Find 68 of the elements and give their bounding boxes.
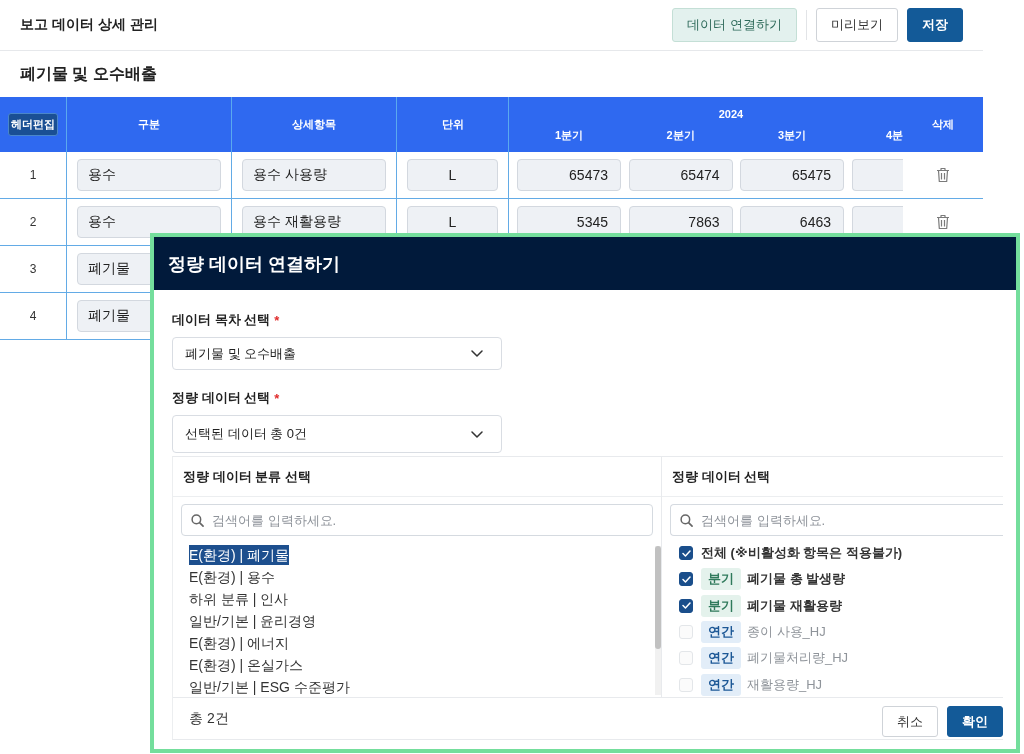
column-header: 4분 xyxy=(884,128,903,142)
text-field[interactable]: 용수 사용량 xyxy=(242,159,386,191)
search-icon xyxy=(191,513,204,527)
panel-title: 정량 데이터 분류 선택 xyxy=(183,467,311,486)
row-number: 4 xyxy=(29,309,37,323)
category-item[interactable]: E(환경) | 폐기물 xyxy=(189,545,290,565)
search-icon xyxy=(680,513,693,527)
checkbox[interactable] xyxy=(679,546,693,561)
page-title: 보고 데이터 상세 관리 xyxy=(20,16,158,34)
column-header: 1분기 xyxy=(553,128,585,142)
dialog-button[interactable]: 확인 xyxy=(947,706,1003,737)
required-mark: * xyxy=(274,312,280,328)
data-item-label: 폐기물 총 발생량 xyxy=(747,570,846,589)
dialog-button[interactable]: 취소 xyxy=(882,706,938,737)
data-item-label: 폐기물처리량_HJ xyxy=(747,649,849,668)
number-field[interactable]: 65474 xyxy=(628,159,733,191)
search-field[interactable]: 검색어를 입력하세요. xyxy=(181,504,653,536)
data-item-label: 종이 사용_HJ xyxy=(747,623,826,642)
chevron-down-icon xyxy=(471,350,483,357)
period-tag: 연간 xyxy=(701,621,741,644)
category-item[interactable]: E(환경) | 에너지 xyxy=(189,632,290,654)
text-field[interactable]: L xyxy=(407,159,498,191)
column-header: 3분기 xyxy=(776,128,808,142)
trash-icon[interactable] xyxy=(936,167,950,183)
row-number: 1 xyxy=(29,168,37,182)
category-item[interactable]: E(환경) | 온실가스 xyxy=(189,654,304,676)
number-field[interactable]: 65473 xyxy=(517,159,621,191)
action-button[interactable]: 미리보기 xyxy=(816,8,898,42)
trash-icon[interactable] xyxy=(936,214,950,230)
column-header: 구분 xyxy=(138,117,160,132)
edit-header-button[interactable]: 헤더편집 xyxy=(8,113,58,136)
chevron-down-icon xyxy=(471,430,483,438)
period-tag: 연간 xyxy=(701,673,741,696)
column-header: 단위 xyxy=(441,117,464,132)
dropdown[interactable]: 폐기물 및 오수배출 xyxy=(172,337,502,370)
category-item[interactable]: E(환경) | 용수 xyxy=(189,566,276,588)
dialog-title: 정량 데이터 연결하기 xyxy=(154,237,1016,290)
period-tag: 분기 xyxy=(701,594,741,617)
column-header: 상세항목 xyxy=(292,117,336,132)
text-field[interactable]: 용수 xyxy=(77,159,221,191)
panel-title: 정량 데이터 선택 xyxy=(672,467,771,486)
period-tag: 연간 xyxy=(701,647,741,670)
total-count: 총 2건 xyxy=(189,709,229,728)
category-item[interactable]: 일반/기본 | 윤리경영 xyxy=(189,610,317,632)
text-field[interactable]: 용수 xyxy=(77,206,221,238)
checkbox[interactable] xyxy=(679,598,693,613)
column-header: 2024 xyxy=(717,107,745,121)
row-number: 2 xyxy=(29,215,37,229)
column-header: 2분기 xyxy=(665,128,696,142)
search-field[interactable]: 검색어를 입력하세요. xyxy=(670,504,1003,536)
data-item-label: 폐기물 재활용량 xyxy=(747,596,842,615)
data-item-label: 재활용량_HJ xyxy=(747,675,823,694)
dropdown[interactable]: 선택된 데이터 총 0건 xyxy=(172,415,502,453)
checkbox[interactable] xyxy=(679,572,693,587)
category-item[interactable]: 하위 분류 | 인사 xyxy=(189,588,289,610)
data-item-label: 전체 (※비활성화 항목은 적용불가) xyxy=(701,544,903,563)
scrollbar[interactable] xyxy=(655,546,661,695)
row-number: 3 xyxy=(29,262,37,276)
action-button[interactable]: 저장 xyxy=(907,8,963,42)
required-mark: * xyxy=(274,390,280,406)
period-tag: 분기 xyxy=(701,568,741,591)
section-title: 폐기물 및 오수배출 xyxy=(20,64,157,84)
column-header: 삭제 xyxy=(932,117,954,132)
category-item[interactable]: 일반/기본 | ESG 수준평가 xyxy=(189,676,350,697)
field-label: 정량 데이터 선택 xyxy=(172,389,271,407)
number-field[interactable]: 65475 xyxy=(740,159,844,191)
action-button[interactable]: 데이터 연결하기 xyxy=(672,8,797,42)
number-field[interactable] xyxy=(851,159,903,191)
